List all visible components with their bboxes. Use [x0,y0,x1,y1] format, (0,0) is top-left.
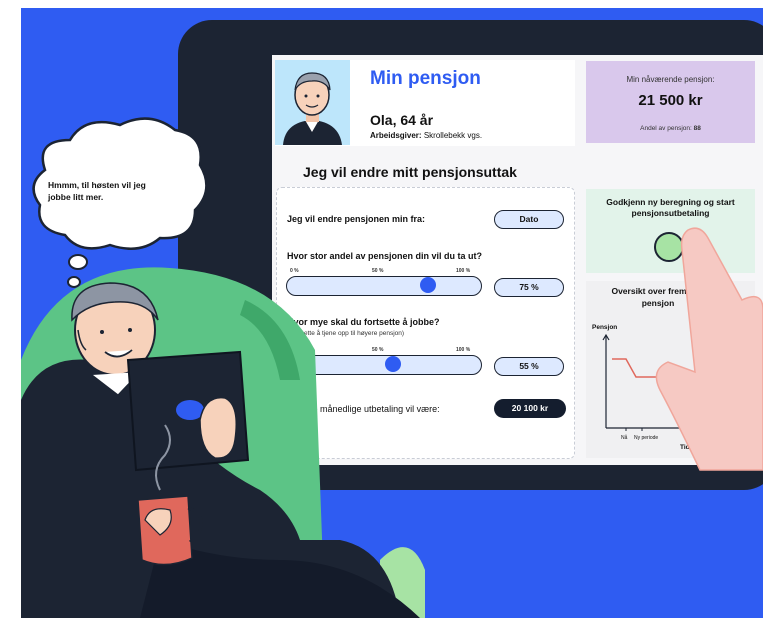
thought-bubble [32,117,208,288]
illustration: Min pensjon Ola, 64 år Arbeidsgiver: Skr… [0,0,763,618]
thought-text: Hmmm, til høsten vil jeg jobbe litt mer. [48,180,146,202]
